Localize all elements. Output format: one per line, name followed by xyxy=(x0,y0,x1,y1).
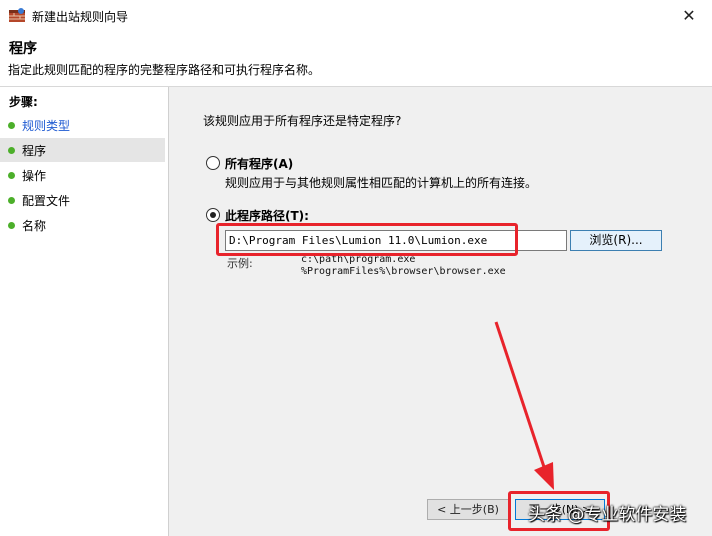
all-programs-radio[interactable] xyxy=(206,156,220,170)
program-path-input[interactable]: D:\Program Files\Lumion 11.0\Lumion.exe xyxy=(225,230,567,251)
close-icon: ✕ xyxy=(682,5,696,25)
program-path-label[interactable]: 此程序路径(T): xyxy=(225,207,309,224)
all-programs-label[interactable]: 所有程序(A) xyxy=(225,155,293,172)
step-dot-icon xyxy=(8,172,15,179)
main-panel: 该规则应用于所有程序还是特定程序? 所有程序(A) 规则应用于与其他规则属性相匹… xyxy=(168,87,712,536)
firewall-icon xyxy=(9,8,25,22)
step-label: 程序 xyxy=(22,144,47,158)
steps-heading: 步骤: xyxy=(9,95,38,109)
back-button[interactable]: < 上一步(B) xyxy=(427,499,509,520)
step-action[interactable]: 操作 xyxy=(0,163,165,187)
page-title: 程序 xyxy=(9,41,37,57)
step-label: 规则类型 xyxy=(22,119,71,133)
page-description: 指定此规则匹配的程序的完整程序路径和可执行程序名称。 xyxy=(8,63,321,77)
step-label: 配置文件 xyxy=(22,194,71,208)
step-profile[interactable]: 配置文件 xyxy=(0,188,165,212)
close-button[interactable]: ✕ xyxy=(666,0,712,30)
example-line: %ProgramFiles%\browser\browser.exe xyxy=(301,266,506,277)
all-programs-description: 规则应用于与其他规则属性相匹配的计算机上的所有连接。 xyxy=(225,176,538,190)
question-text: 该规则应用于所有程序还是特定程序? xyxy=(203,114,402,128)
step-program[interactable]: 程序 xyxy=(0,138,165,162)
example-values: c:\path\program.exe %ProgramFiles%\brows… xyxy=(301,254,506,278)
steps-sidebar: 步骤: 规则类型 程序 操作 配置文件 名称 xyxy=(0,87,168,536)
step-label: 操作 xyxy=(22,169,47,183)
program-path-radio[interactable] xyxy=(206,208,220,222)
watermark: 头条 @专业软件安装 xyxy=(528,505,687,525)
page-header: 程序 指定此规则匹配的程序的完整程序路径和可执行程序名称。 xyxy=(0,30,712,86)
browse-button[interactable]: 浏览(R)... xyxy=(570,230,662,251)
step-dot-icon xyxy=(8,122,15,129)
example-label: 示例: xyxy=(227,257,253,270)
step-rule-type[interactable]: 规则类型 xyxy=(0,113,165,137)
step-label: 名称 xyxy=(22,219,47,233)
title-bar: 新建出站规则向导 ✕ xyxy=(0,0,712,30)
step-name[interactable]: 名称 xyxy=(0,213,165,237)
example-line: c:\path\program.exe xyxy=(301,254,416,265)
window-title: 新建出站规则向导 xyxy=(32,10,129,24)
step-dot-icon xyxy=(8,222,15,229)
step-dot-icon xyxy=(8,197,15,204)
step-dot-icon xyxy=(8,147,15,154)
